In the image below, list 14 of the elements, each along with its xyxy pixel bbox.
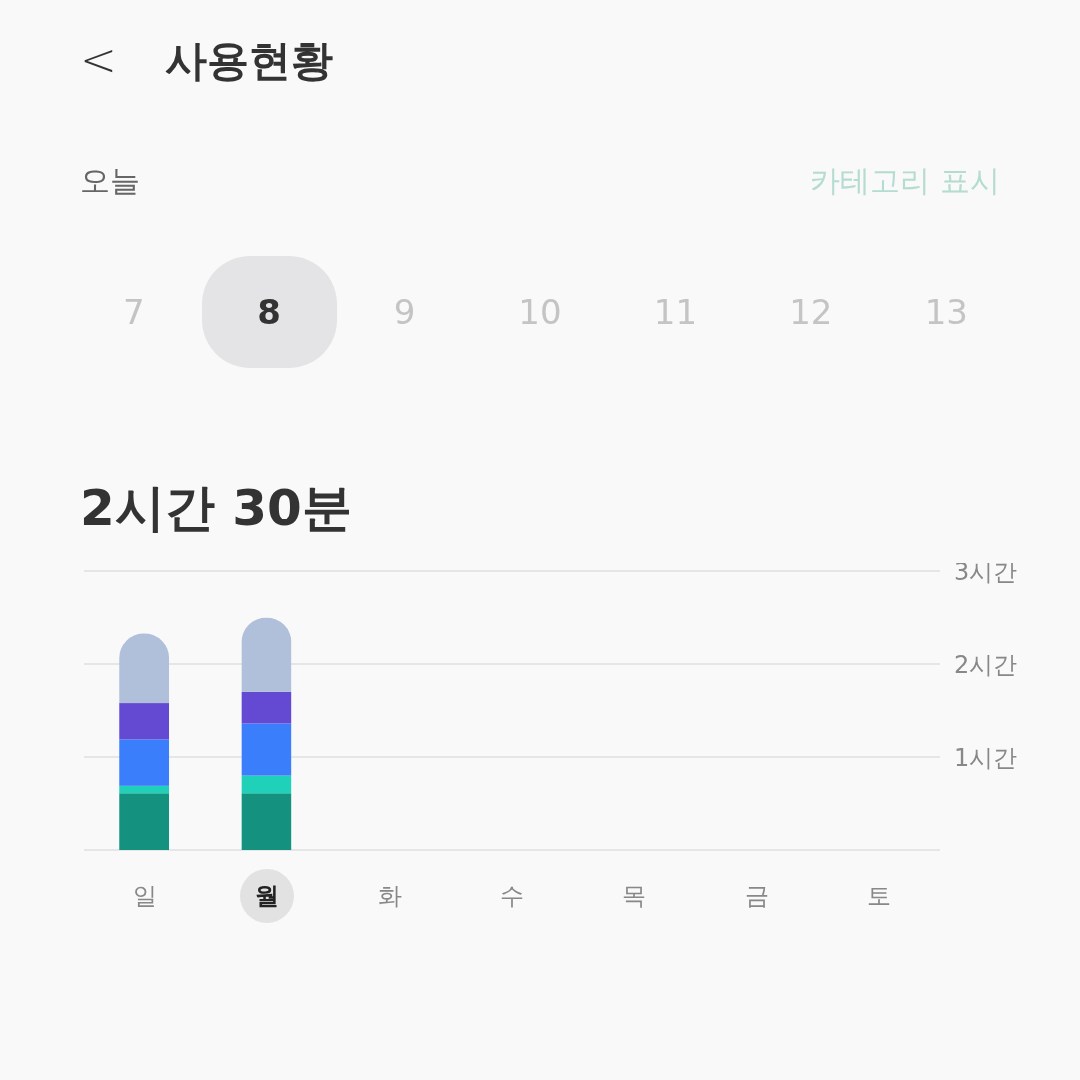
axis-label: 2시간 [954, 651, 1018, 679]
day-label[interactable]: 일 [118, 869, 173, 923]
day-label[interactable]: 월 [240, 869, 295, 923]
day-label[interactable]: 화 [362, 869, 417, 923]
day-label[interactable]: 목 [607, 869, 662, 923]
day-label[interactable]: 수 [485, 869, 539, 923]
period-label: 오늘 [80, 161, 140, 200]
axis-label: 1시간 [954, 744, 1018, 772]
total-time: 2시간 30분 [80, 477, 352, 539]
day-label[interactable]: 토 [851, 869, 906, 923]
back-button[interactable]: < [80, 38, 117, 82]
page-title: 사용현황 [164, 34, 333, 87]
date-chip[interactable]: 8 [201, 256, 337, 368]
day-label[interactable]: 금 [729, 869, 784, 923]
